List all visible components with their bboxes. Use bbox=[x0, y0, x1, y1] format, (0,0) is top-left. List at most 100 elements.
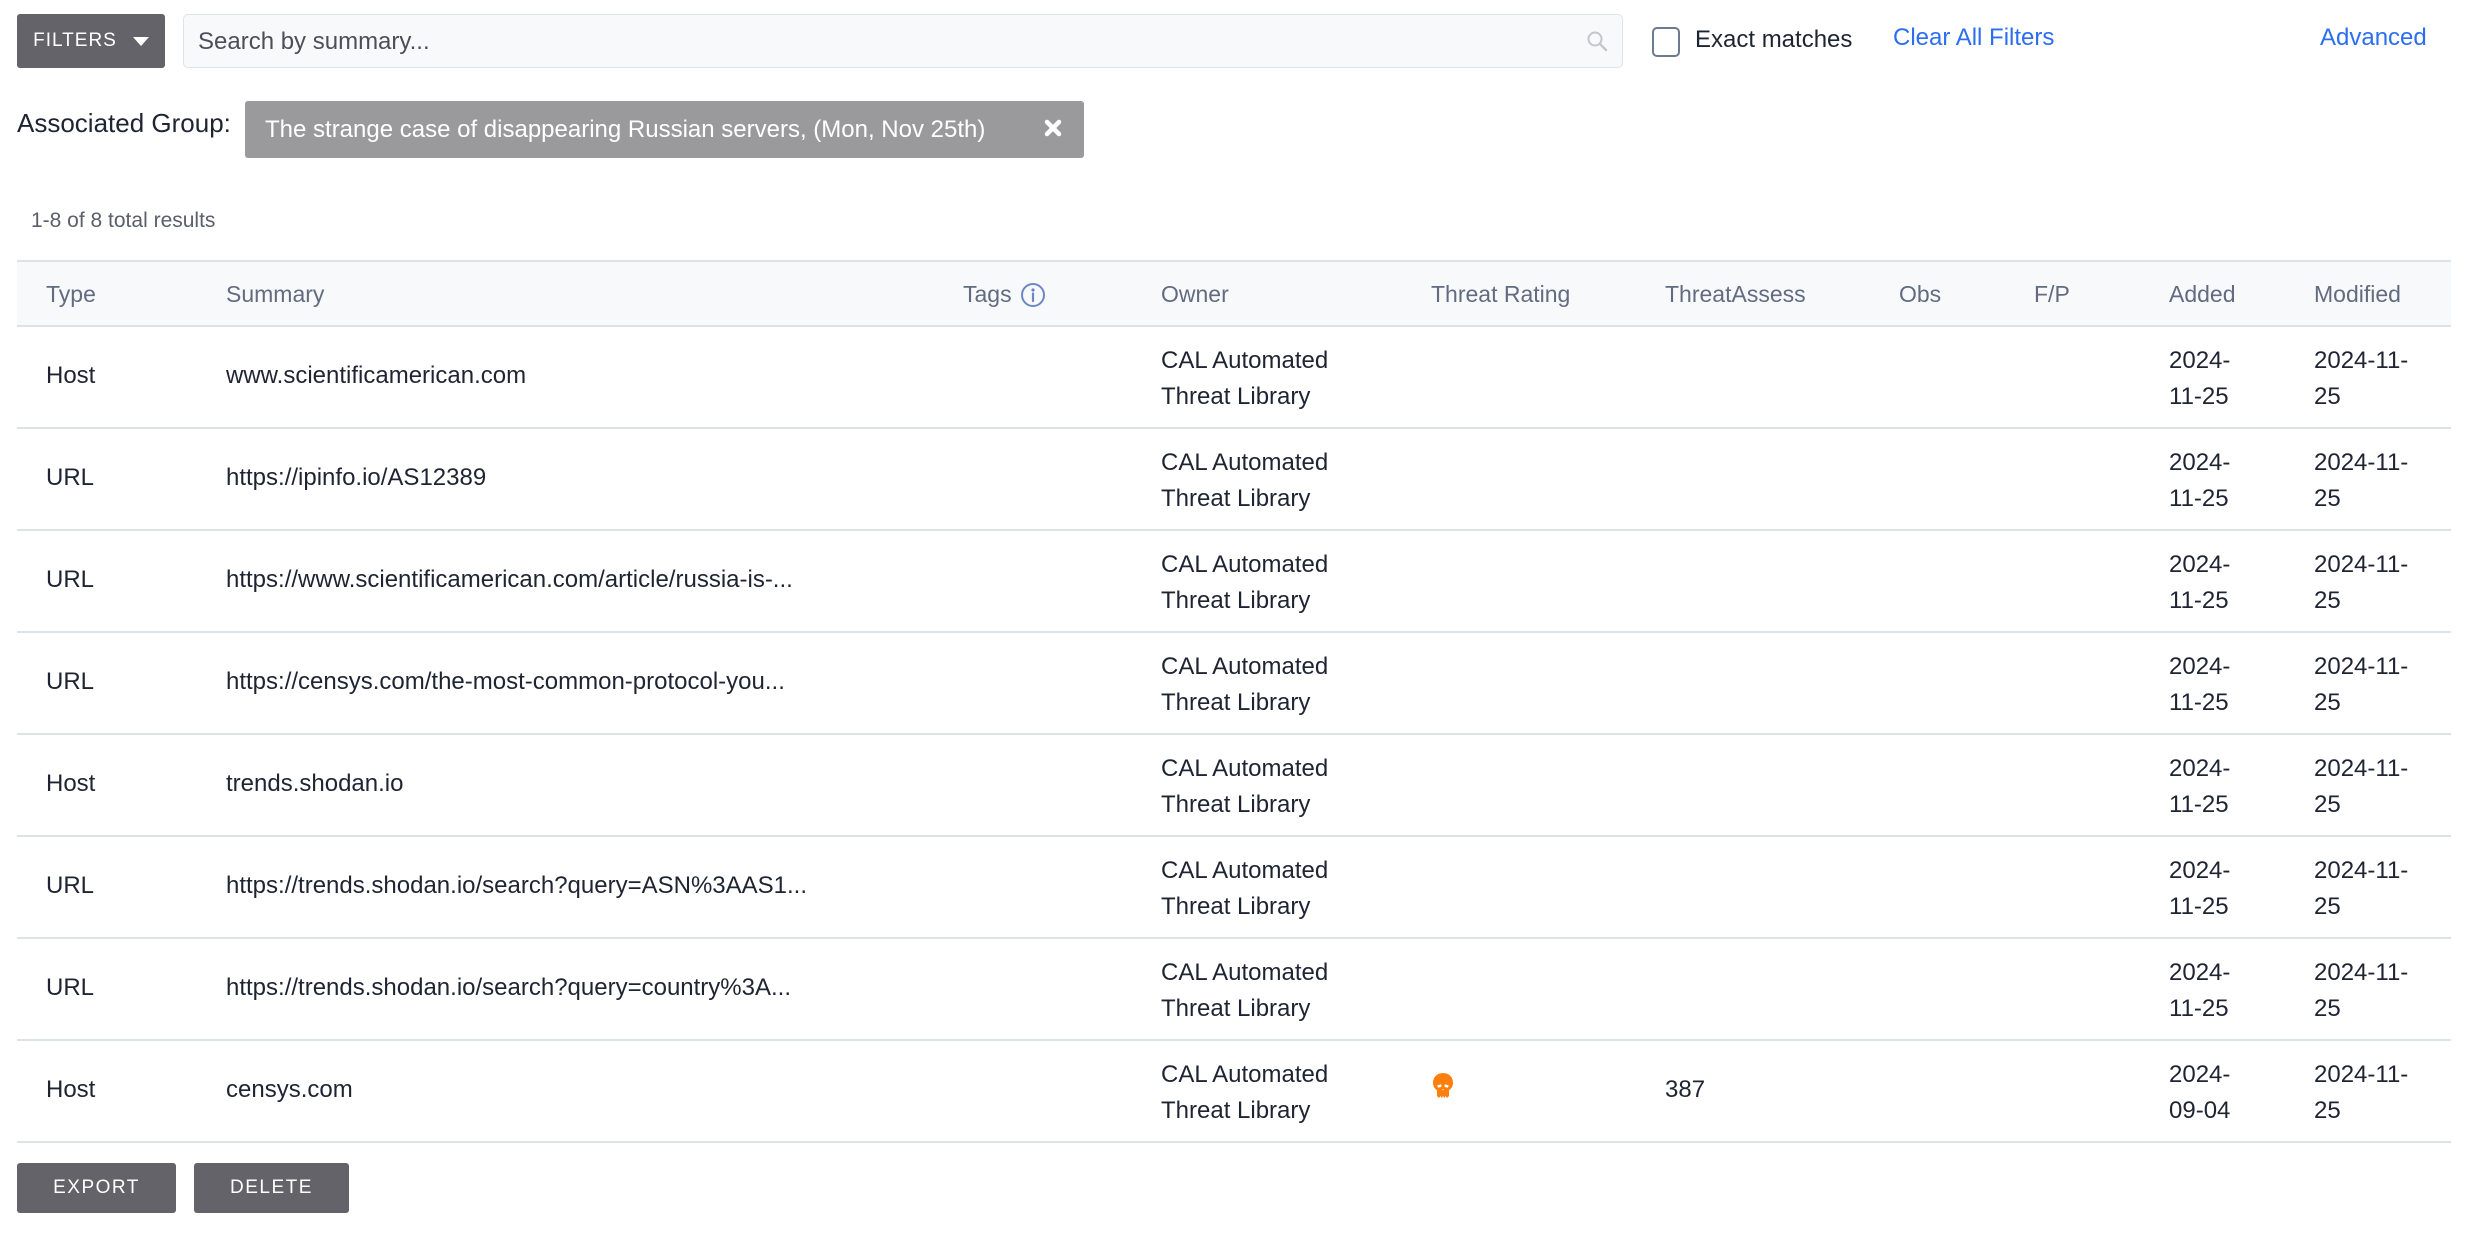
cell-owner: CAL Automated Threat Library bbox=[1161, 445, 1328, 517]
cell-added-line: 11-25 bbox=[2169, 995, 2229, 1022]
search-input[interactable] bbox=[196, 15, 1570, 69]
caret-down-icon bbox=[132, 36, 149, 46]
cell-modified: 2024-11- 25 bbox=[2314, 649, 2408, 721]
cell-modified: 2024-11- 25 bbox=[2314, 853, 2408, 925]
cell-added-line: 11-25 bbox=[2169, 791, 2229, 818]
cell-modified-line: 2024-11- bbox=[2314, 551, 2409, 578]
cell-owner-line: Threat Library bbox=[1161, 485, 1311, 512]
cell-threat-assess: 387 bbox=[1665, 1076, 1706, 1103]
cell-summary[interactable]: www.scientificamerican.com bbox=[226, 362, 526, 390]
cell-modified-line: 2024-11- bbox=[2314, 449, 2409, 476]
cell-owner-line: CAL Automated bbox=[1161, 959, 1329, 986]
cell-added-line: 11-25 bbox=[2169, 893, 2229, 920]
cell-summary[interactable]: https://trends.shodan.io/search?query=AS… bbox=[226, 872, 807, 900]
cell-summary[interactable]: https://www.scientificamerican.com/artic… bbox=[226, 566, 793, 594]
cell-modified-line: 25 bbox=[2314, 587, 2341, 614]
cell-modified-line: 25 bbox=[2314, 995, 2341, 1022]
table-row[interactable]: URL https://ipinfo.io/AS12389 CAL Automate… bbox=[17, 429, 2451, 531]
table-header: Type Summary Tags Owner Threat Rating Th… bbox=[17, 260, 2451, 327]
delete-button[interactable]: DELETE bbox=[194, 1163, 349, 1213]
column-header-owner[interactable]: Owner bbox=[1161, 281, 1229, 308]
cell-added-line: 2024- bbox=[2169, 959, 2231, 986]
cell-summary[interactable]: trends.shodan.io bbox=[226, 770, 403, 798]
cell-summary[interactable]: https://censys.com/the-most-common-proto… bbox=[226, 668, 785, 696]
cell-owner: CAL Automated Threat Library bbox=[1161, 751, 1328, 823]
cell-added-line: 2024- bbox=[2169, 755, 2231, 782]
exact-matches-checkbox[interactable] bbox=[1652, 27, 1680, 57]
cell-owner: CAL Automated Threat Library bbox=[1161, 853, 1328, 925]
cell-threat-rating bbox=[1431, 1072, 1455, 1107]
column-header-threat-rating[interactable]: Threat Rating bbox=[1431, 281, 1570, 308]
cell-modified: 2024-11- 25 bbox=[2314, 751, 2408, 823]
cell-owner: CAL Automated Threat Library bbox=[1161, 547, 1328, 619]
results-count: 1-8 of 8 total results bbox=[31, 209, 216, 232]
cell-owner: CAL Automated Threat Library bbox=[1161, 343, 1328, 415]
associated-group-value: The strange case of disappearing Russian… bbox=[265, 115, 986, 143]
table-body: Host www.scientificamerican.com CAL Automa… bbox=[17, 327, 2451, 1143]
cell-type: URL bbox=[46, 464, 95, 491]
table-row[interactable]: Host censys.com CAL Automated Threat Librar… bbox=[17, 1041, 2451, 1143]
close-icon[interactable] bbox=[1040, 115, 1066, 141]
results-table: Type Summary Tags Owner Threat Rating Th… bbox=[17, 260, 2451, 1143]
column-header-type[interactable]: Type bbox=[46, 281, 96, 308]
column-header-summary[interactable]: Summary bbox=[226, 281, 324, 308]
cell-type: URL bbox=[46, 974, 95, 1001]
cell-modified-line: 25 bbox=[2314, 485, 2341, 512]
exact-matches-label[interactable]: Exact matches bbox=[1695, 26, 1852, 54]
cell-owner-line: Threat Library bbox=[1161, 791, 1311, 818]
column-header-modified[interactable]: Modified bbox=[2314, 281, 2401, 308]
cell-modified-line: 2024-11- bbox=[2314, 755, 2409, 782]
search-icon[interactable] bbox=[1586, 30, 1608, 52]
cell-added: 2024- 11-25 bbox=[2169, 547, 2230, 619]
cell-owner-line: Threat Library bbox=[1161, 383, 1311, 410]
cell-added: 2024- 11-25 bbox=[2169, 853, 2230, 925]
cell-type: Host bbox=[46, 770, 96, 797]
column-header-fp[interactable]: F/P bbox=[2034, 281, 2070, 308]
filters-button[interactable]: FILTERS bbox=[17, 14, 165, 68]
cell-type: URL bbox=[46, 668, 95, 695]
cell-owner-line: CAL Automated bbox=[1161, 347, 1329, 374]
cell-modified-line: 25 bbox=[2314, 689, 2341, 716]
cell-owner: CAL Automated Threat Library bbox=[1161, 955, 1328, 1027]
cell-owner-line: Threat Library bbox=[1161, 995, 1311, 1022]
cell-modified-line: 2024-11- bbox=[2314, 347, 2409, 374]
cell-added: 2024- 09-04 bbox=[2169, 1057, 2230, 1129]
cell-owner-line: Threat Library bbox=[1161, 893, 1311, 920]
column-header-added[interactable]: Added bbox=[2169, 281, 2236, 308]
cell-modified-line: 25 bbox=[2314, 893, 2341, 920]
cell-modified: 2024-11- 25 bbox=[2314, 547, 2408, 619]
cell-owner-line: Threat Library bbox=[1161, 689, 1311, 716]
table-row[interactable]: URL https://trends.shodan.io/search?query… bbox=[17, 939, 2451, 1041]
cell-owner-line: CAL Automated bbox=[1161, 653, 1329, 680]
cell-modified-line: 25 bbox=[2314, 791, 2341, 818]
cell-owner-line: CAL Automated bbox=[1161, 755, 1329, 782]
clear-all-filters-link[interactable]: Clear All Filters bbox=[1893, 24, 2054, 52]
cell-added-line: 2024- bbox=[2169, 449, 2231, 476]
cell-summary[interactable]: https://trends.shodan.io/search?query=co… bbox=[226, 974, 791, 1002]
column-header-threat-assess[interactable]: ThreatAssess bbox=[1665, 281, 1806, 308]
cell-owner-line: Threat Library bbox=[1161, 1097, 1311, 1124]
advanced-link[interactable]: Advanced bbox=[2320, 24, 2427, 52]
table-row[interactable]: URL https://trends.shodan.io/search?query… bbox=[17, 837, 2451, 939]
cell-added-line: 2024- bbox=[2169, 653, 2231, 680]
cell-owner: CAL Automated Threat Library bbox=[1161, 1057, 1328, 1129]
cell-modified-line: 2024-11- bbox=[2314, 959, 2409, 986]
cell-modified: 2024-11- 25 bbox=[2314, 343, 2408, 415]
info-icon[interactable] bbox=[1020, 282, 1046, 308]
column-header-obs[interactable]: Obs bbox=[1899, 281, 1941, 308]
cell-added-line: 11-25 bbox=[2169, 485, 2229, 512]
cell-added-line: 2024- bbox=[2169, 551, 2231, 578]
cell-type: URL bbox=[46, 566, 95, 593]
column-header-tags[interactable]: Tags bbox=[963, 281, 1046, 308]
export-button[interactable]: EXPORT bbox=[17, 1163, 176, 1213]
table-row[interactable]: Host trends.shodan.io CAL Automated Threat … bbox=[17, 735, 2451, 837]
cell-summary[interactable]: censys.com bbox=[226, 1076, 353, 1104]
filters-label: FILTERS bbox=[33, 30, 117, 51]
cell-summary[interactable]: https://ipinfo.io/AS12389 bbox=[226, 464, 486, 492]
table-row[interactable]: URL https://www.scientificamerican.com/ar… bbox=[17, 531, 2451, 633]
cell-added-line: 09-04 bbox=[2169, 1097, 2231, 1124]
table-row[interactable]: Host www.scientificamerican.com CAL Automa… bbox=[17, 327, 2451, 429]
cell-type: Host bbox=[46, 362, 96, 389]
cell-modified: 2024-11- 25 bbox=[2314, 955, 2408, 1027]
table-row[interactable]: URL https://censys.com/the-most-common-pr… bbox=[17, 633, 2451, 735]
